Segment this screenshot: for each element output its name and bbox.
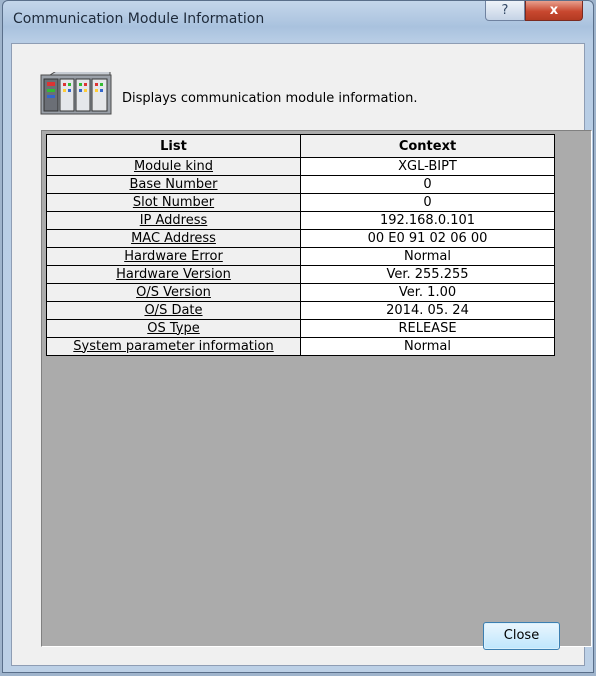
row-value: 0 [300,175,555,194]
row-key: OS Type [46,319,301,338]
row-value: Normal [300,337,555,356]
row-value: Ver. 255.255 [300,265,555,284]
dialog-body: Displays communication module informatio… [11,43,592,666]
table-row[interactable]: System parameter information Normal [46,337,555,356]
table-row[interactable]: Slot Number 0 [46,193,555,212]
table-row[interactable]: Hardware Error Normal [46,247,555,266]
row-value: 0 [300,193,555,212]
row-value: XGL-BIPT [300,157,555,176]
header-description: Displays communication module informatio… [122,91,418,106]
row-key: Base Number [46,175,301,194]
help-icon: ? [501,3,509,18]
table-header-row: List Context [46,134,555,158]
row-value: Normal [300,247,555,266]
info-list-panel[interactable]: List Context Module kind XGL-BIPT Base Nu… [41,130,592,647]
table-row[interactable]: Base Number 0 [46,175,555,194]
table-row[interactable]: O/S Version Ver. 1.00 [46,283,555,302]
column-header-context[interactable]: Context [300,134,555,158]
table-row[interactable]: IP Address 192.168.0.101 [46,211,555,230]
table-row[interactable]: O/S Date 2014. 05. 24 [46,301,555,320]
row-key: O/S Date [46,301,301,320]
row-key: Module kind [46,157,301,176]
window-close-button[interactable]: x [525,1,583,21]
row-key: O/S Version [46,283,301,302]
close-button[interactable]: Close [483,622,560,650]
title-bar[interactable]: Communication Module Information ? x [3,1,593,41]
info-table: List Context Module kind XGL-BIPT Base Nu… [46,134,555,356]
table-row[interactable]: Hardware Version Ver. 255.255 [46,265,555,284]
window-title: Communication Module Information [13,11,265,27]
row-value: Ver. 1.00 [300,283,555,302]
close-icon: x [549,3,559,18]
row-value: RELEASE [300,319,555,338]
row-value: 192.168.0.101 [300,211,555,230]
row-key: Slot Number [46,193,301,212]
row-value: 00 E0 91 02 06 00 [300,229,555,248]
communication-module-icon [40,72,112,115]
row-key: System parameter information [46,337,301,356]
column-header-list[interactable]: List [46,134,301,158]
row-key: Hardware Error [46,247,301,266]
table-row[interactable]: Module kind XGL-BIPT [46,157,555,176]
row-value: 2014. 05. 24 [300,301,555,320]
row-key: Hardware Version [46,265,301,284]
row-key: IP Address [46,211,301,230]
table-row[interactable]: MAC Address 00 E0 91 02 06 00 [46,229,555,248]
row-key: MAC Address [46,229,301,248]
dialog-window: Communication Module Information ? x Dis… [2,0,594,673]
table-row[interactable]: OS Type RELEASE [46,319,555,338]
help-button[interactable]: ? [485,1,525,21]
